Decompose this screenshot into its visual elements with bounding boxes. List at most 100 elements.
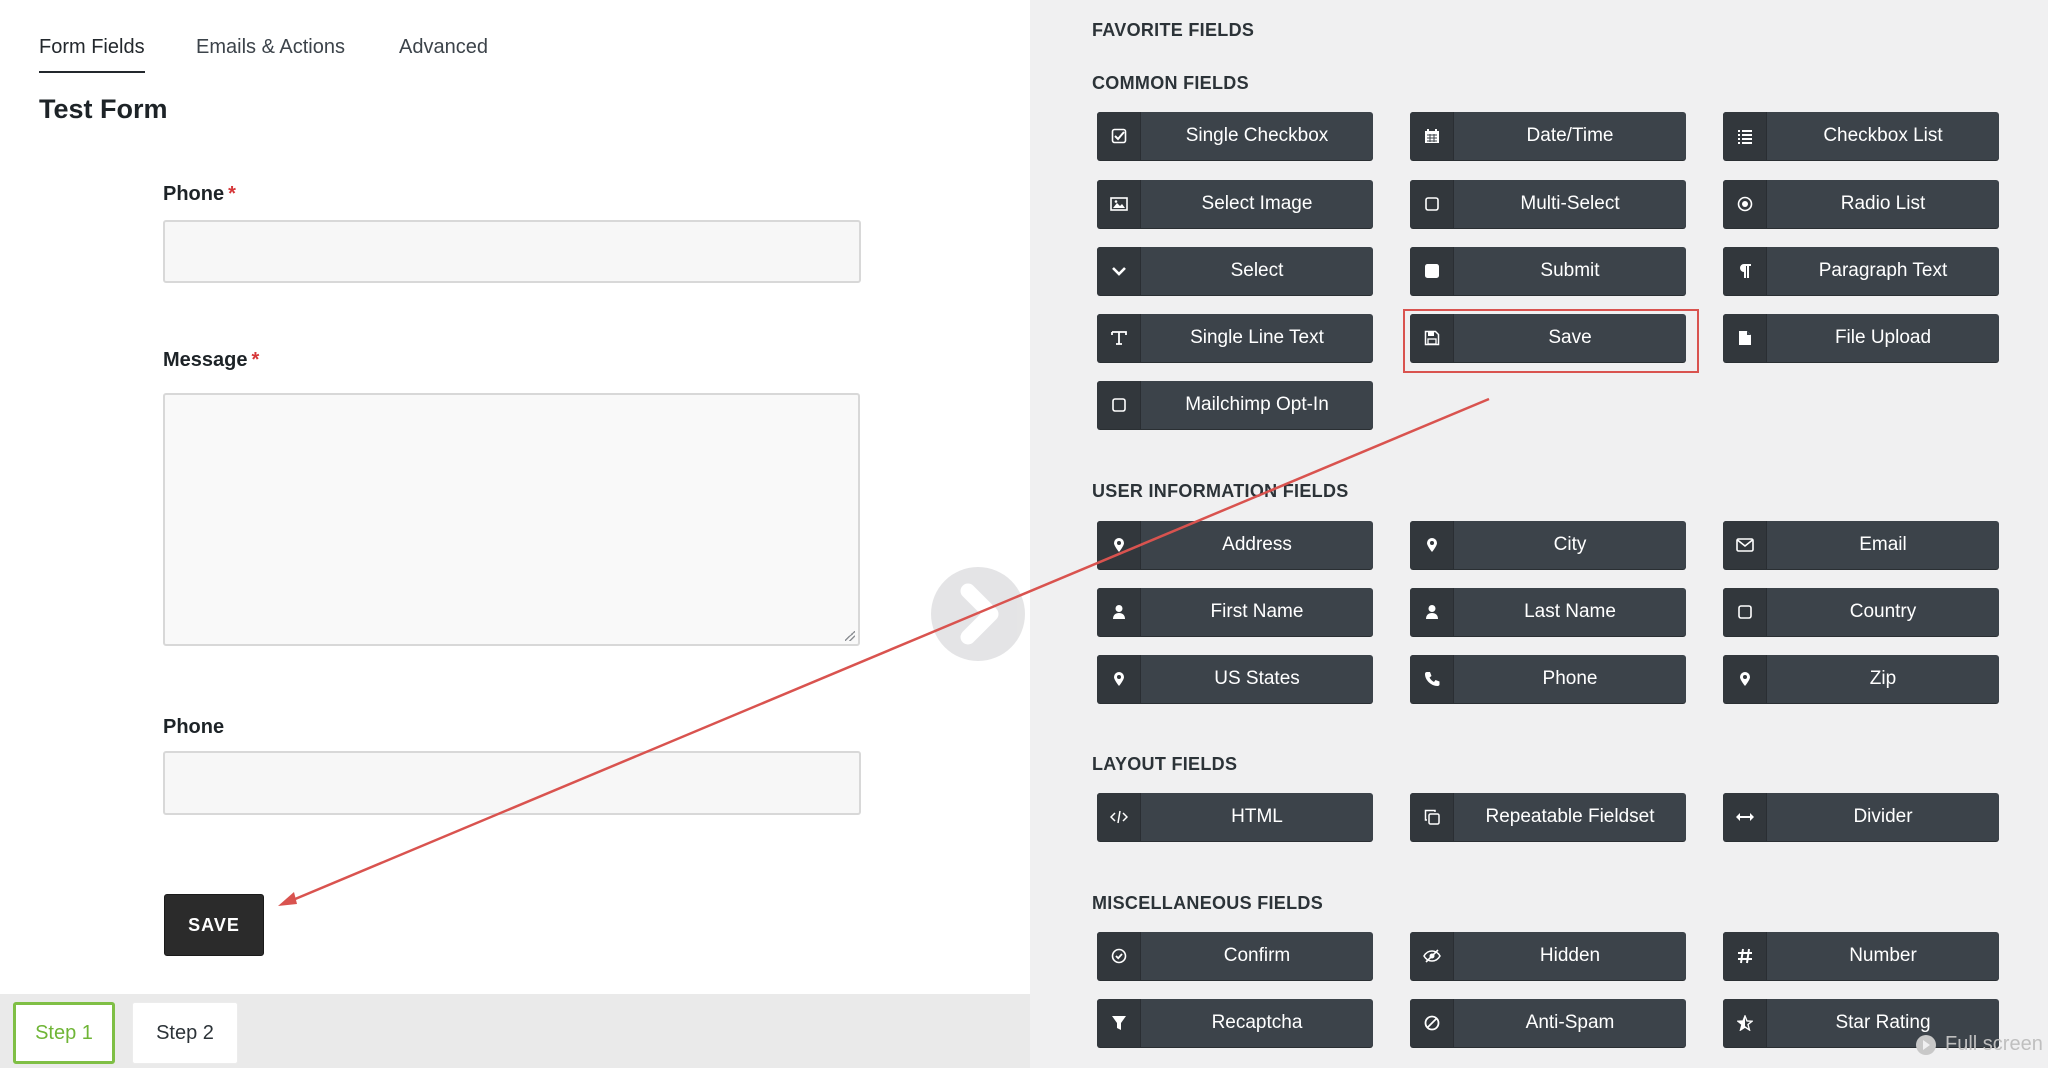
square-outline-icon [1410,180,1454,228]
field-btn-single-checkbox[interactable]: Single Checkbox [1097,112,1373,160]
field-btn-label: Repeatable Fieldset [1485,806,1655,827]
field-btn-label: Multi-Select [1520,193,1620,214]
field-btn-mailchimp-opt-in[interactable]: Mailchimp Opt-In [1097,381,1373,429]
square-outline-icon [1097,381,1141,429]
field-btn-select[interactable]: Select [1097,247,1373,295]
field-btn-divider[interactable]: Divider [1723,793,1999,841]
checkbox-checked-icon [1097,112,1141,160]
field-btn-select-image[interactable]: Select Image [1097,180,1373,228]
field-btn-label: Number [1849,945,1917,966]
field-btn-label: HTML [1231,806,1283,827]
field-btn-hidden[interactable]: Hidden [1410,932,1686,980]
resize-handle-icon[interactable] [845,631,855,641]
field-btn-label: Mailchimp Opt-In [1185,394,1329,415]
copy-icon [1410,793,1454,841]
file-icon [1723,314,1767,362]
field-btn-submit[interactable]: Submit [1410,247,1686,295]
tab-emails-actions[interactable]: Emails & Actions [196,36,345,59]
form-save-button[interactable]: SAVE [164,894,264,956]
user-icon [1097,588,1141,636]
hash-icon [1723,932,1767,980]
field-btn-label: Checkbox List [1823,125,1943,146]
field-btn-label: Address [1222,534,1292,555]
star-half-icon [1723,999,1767,1047]
fullscreen-toggle[interactable]: Full screen [1916,1033,2043,1056]
form-title: Test Form [39,94,168,124]
phone-label-text-2: Phone [163,716,225,738]
field-btn-checkbox-list[interactable]: Checkbox List [1723,112,1999,160]
field-btn-label: Single Checkbox [1185,125,1329,146]
envelope-icon [1723,521,1767,569]
field-btn-label: Radio List [1840,193,1926,214]
required-asterisk: * [228,183,236,205]
map-pin-icon [1097,521,1141,569]
field-btn-phone[interactable]: Phone [1410,655,1686,703]
save-field-highlight-box [1403,309,1699,373]
common-fields-heading: COMMON FIELDS [1092,73,1249,93]
pilcrow-icon [1723,247,1767,295]
message-field-label: Message * [163,349,259,372]
square-filled-icon [1410,247,1454,295]
phone-input[interactable] [163,220,861,283]
steps-bar: Step 1 Step 2 [0,994,1030,1068]
message-textarea[interactable] [163,393,860,646]
square-outline-icon [1723,588,1767,636]
field-btn-recaptcha[interactable]: Recaptcha [1097,999,1373,1047]
image-icon [1097,180,1141,228]
field-btn-repeatable-fieldset[interactable]: Repeatable Fieldset [1410,793,1686,841]
message-label-text: Message [163,349,248,371]
code-icon [1097,793,1141,841]
field-btn-multi-select[interactable]: Multi-Select [1410,180,1686,228]
field-palette: FAVORITE FIELDS COMMON FIELDS USER INFOR… [1030,0,2048,1068]
field-btn-email[interactable]: Email [1723,521,1999,569]
field-btn-label: First Name [1210,601,1304,622]
field-btn-label: Zip [1869,668,1897,689]
field-btn-country[interactable]: Country [1723,588,1999,636]
field-btn-label: Submit [1540,260,1600,281]
step-1-tab[interactable]: Step 1 [13,1002,115,1064]
field-btn-first-name[interactable]: First Name [1097,588,1373,636]
field-btn-date-time[interactable]: Date/Time [1410,112,1686,160]
chevron-down-icon [1097,247,1141,295]
field-btn-single-line-text[interactable]: Single Line Text [1097,314,1373,362]
misc-fields-heading: MISCELLANEOUS FIELDS [1092,893,1324,913]
list-icon [1723,112,1767,160]
field-btn-label: Select Image [1201,193,1313,214]
field-btn-confirm[interactable]: Confirm [1097,932,1373,980]
field-btn-us-states[interactable]: US States [1097,655,1373,703]
fullscreen-label: Full screen [1945,1033,2043,1055]
phone-input-2[interactable] [163,751,861,815]
tab-form-fields[interactable]: Form Fields [39,36,145,73]
field-btn-html[interactable]: HTML [1097,793,1373,841]
text-icon [1097,314,1141,362]
field-btn-number[interactable]: Number [1723,932,1999,980]
field-btn-label: Select [1230,260,1284,281]
field-btn-label: US States [1214,668,1300,689]
field-btn-label: Email [1859,534,1907,555]
field-btn-radio-list[interactable]: Radio List [1723,180,1999,228]
field-btn-city[interactable]: City [1410,521,1686,569]
phone-label-text: Phone [163,183,225,205]
field-btn-file-upload[interactable]: File Upload [1723,314,1999,362]
horizontal-arrows-icon [1723,793,1767,841]
layout-fields-heading: LAYOUT FIELDS [1092,754,1238,774]
field-btn-label: Single Line Text [1190,327,1324,348]
tab-advanced[interactable]: Advanced [399,36,488,59]
form-builder-panel: Form Fields Emails & Actions Advanced Te… [0,0,1030,994]
play-circle-icon [1916,1034,1936,1055]
step-2-tab[interactable]: Step 2 [132,1002,238,1064]
collapse-panel-chevron-icon[interactable] [931,567,1025,661]
field-btn-anti-spam[interactable]: Anti-Spam [1410,999,1686,1047]
field-btn-last-name[interactable]: Last Name [1410,588,1686,636]
field-btn-label: Last Name [1524,601,1616,622]
field-btn-address[interactable]: Address [1097,521,1373,569]
required-asterisk: * [251,349,260,371]
field-btn-zip[interactable]: Zip [1723,655,1999,703]
phone-field-label: Phone * [163,183,236,206]
field-btn-paragraph-text[interactable]: Paragraph Text [1723,247,1999,295]
user-icon [1410,588,1454,636]
map-pin-icon [1723,655,1767,703]
field-btn-label: Divider [1853,806,1913,827]
field-btn-label: Confirm [1223,945,1291,966]
phone-field-label-2: Phone [163,716,224,739]
